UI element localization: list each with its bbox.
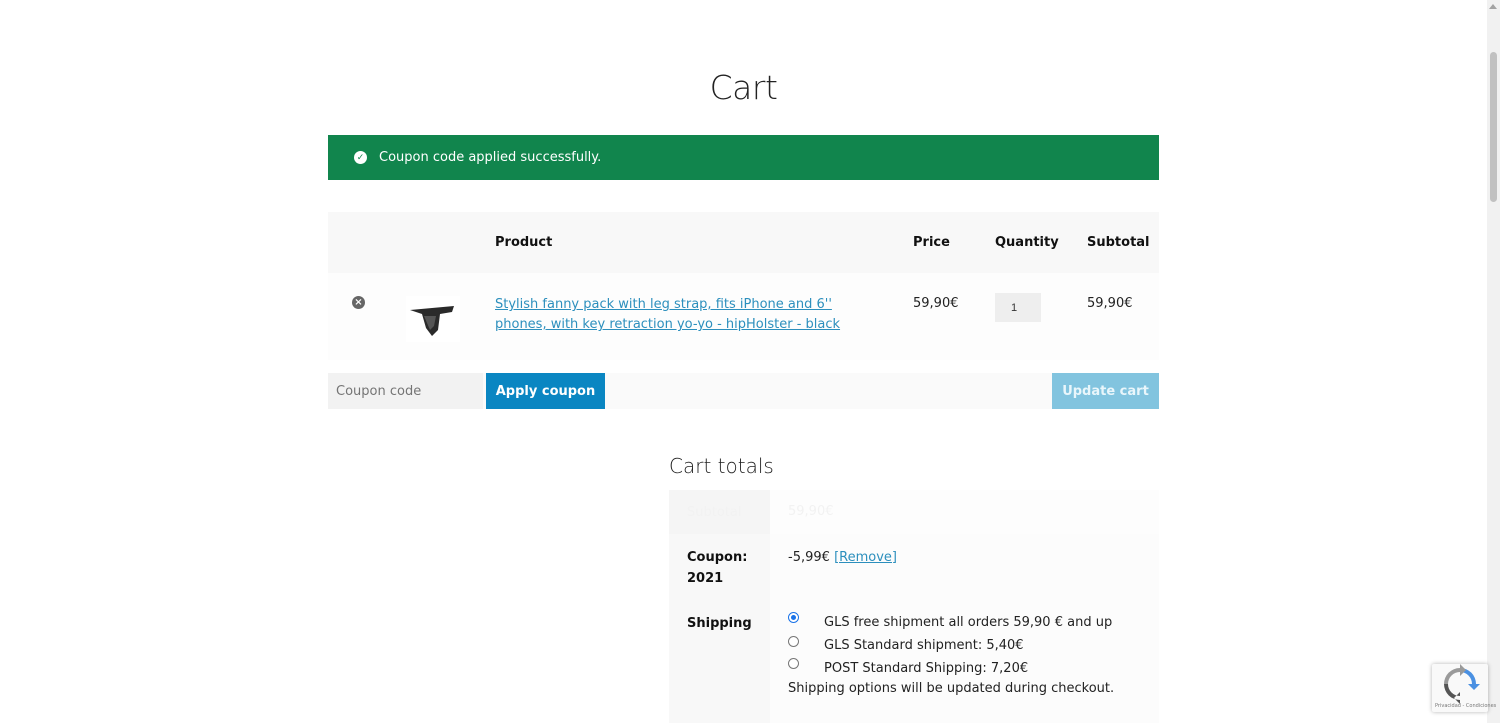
scroll-up-arrow-icon[interactable]	[1489, 4, 1497, 9]
quantity-input[interactable]	[995, 293, 1041, 322]
recaptcha-icon	[1444, 664, 1480, 704]
remove-item-icon[interactable]: ×	[352, 296, 365, 309]
product-link[interactable]: Stylish fanny pack with leg strap, fits …	[495, 295, 875, 335]
cart-actions: Apply coupon Update cart	[328, 373, 1159, 409]
product-price: 59,90€	[913, 296, 959, 311]
header-product: Product	[495, 235, 553, 250]
recaptcha-footer: Privacidad - Condiciones	[1435, 703, 1497, 709]
coupon-value: -5,99€	[788, 550, 830, 565]
subtotal-label: Subtotal	[687, 505, 742, 520]
table-header: Product Price Quantity Subtotal	[328, 212, 1159, 273]
check-circle-icon: ✓	[354, 151, 367, 164]
header-price: Price	[913, 235, 950, 250]
coupon-discount: -5,99€ [Remove]	[788, 550, 897, 565]
totals-row-coupon: Coupon: 2021 -5,99€ [Remove]	[669, 534, 1159, 596]
product-thumbnail[interactable]	[406, 296, 460, 342]
success-notice: ✓ Coupon code applied successfully.	[328, 135, 1159, 180]
totals-row-subtotal: Subtotal 59,90€	[669, 490, 1159, 534]
totals-row-shipping: Shipping GLS free shipment all orders 59…	[669, 596, 1159, 723]
shipping-note: Shipping options will be updated during …	[788, 681, 1115, 696]
shipping-option-label: GLS Standard shipment: 5,40€	[824, 638, 1024, 653]
notice-message: Coupon code applied successfully.	[379, 150, 602, 165]
product-subtotal: 59,90€	[1087, 296, 1133, 311]
coupon-code-label: 2021	[687, 571, 724, 586]
cart-table: Product Price Quantity Subtotal × Stylis…	[328, 212, 1159, 360]
cart-totals-title: Cart totals	[669, 454, 774, 478]
cart-totals-table: Subtotal 59,90€ Coupon: 2021 -5,99€ [Rem…	[669, 490, 1159, 723]
coupon-code-input[interactable]	[328, 373, 483, 409]
header-subtotal: Subtotal	[1087, 235, 1150, 250]
page-scrollbar[interactable]	[1487, 0, 1500, 723]
scrollbar-thumb[interactable]	[1490, 52, 1497, 202]
recaptcha-badge[interactable]: Privacidad - Condiciones	[1432, 664, 1496, 712]
shipping-radio-gls-free[interactable]	[788, 612, 799, 623]
header-quantity: Quantity	[995, 235, 1059, 250]
coupon-label: Coupon:	[687, 550, 748, 565]
shipping-label: Shipping	[687, 616, 752, 631]
shipping-option-label: GLS free shipment all orders 59,90 € and…	[824, 615, 1113, 630]
apply-coupon-button[interactable]: Apply coupon	[486, 373, 605, 409]
update-cart-button[interactable]: Update cart	[1052, 373, 1159, 409]
page-title: Cart	[709, 68, 778, 107]
subtotal-value: 59,90€	[788, 504, 834, 519]
shipping-option-label: POST Standard Shipping: 7,20€	[824, 661, 1029, 676]
shipping-radio-gls-standard[interactable]	[788, 636, 799, 647]
remove-coupon-link[interactable]: [Remove]	[834, 550, 897, 565]
shipping-radio-post[interactable]	[788, 658, 799, 669]
